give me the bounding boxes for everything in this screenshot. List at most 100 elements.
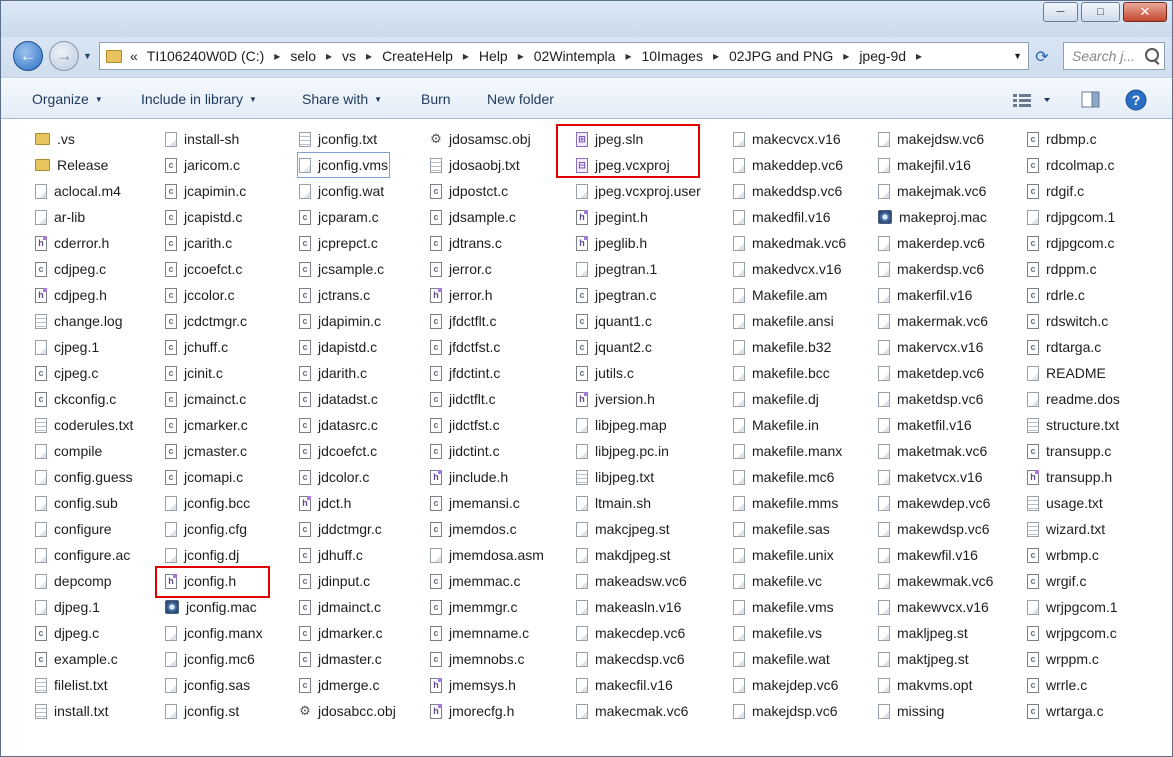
- file-item[interactable]: djpeg.1: [35, 596, 100, 618]
- file-item[interactable]: c transupp.c: [1027, 440, 1111, 462]
- file-item[interactable]: makefile.bcc: [733, 362, 830, 384]
- file-item[interactable]: libjpeg.map: [576, 414, 667, 436]
- file-item[interactable]: c jdhuff.c: [299, 544, 363, 566]
- file-item[interactable]: c jdsample.c: [430, 206, 516, 228]
- file-item[interactable]: depcomp: [35, 570, 112, 592]
- file-item[interactable]: jconfig.txt: [299, 128, 377, 150]
- file-item[interactable]: makeddep.vc6: [733, 154, 843, 176]
- file-item[interactable]: change.log: [35, 310, 123, 332]
- breadcrumb-separator-icon[interactable]: ▸: [317, 49, 341, 63]
- file-item[interactable]: c rdswitch.c: [1027, 310, 1108, 332]
- breadcrumb-separator-icon[interactable]: ▸: [454, 49, 478, 63]
- file-item[interactable]: c jdmerge.c: [299, 674, 379, 696]
- close-button[interactable]: ✕: [1123, 2, 1167, 22]
- file-item[interactable]: makdjpeg.st: [576, 544, 670, 566]
- file-item[interactable]: maketmak.vc6: [878, 440, 987, 462]
- file-item[interactable]: c jdarith.c: [299, 362, 367, 384]
- file-item[interactable]: makedvcx.v16: [733, 258, 841, 280]
- file-item[interactable]: makvms.opt: [878, 674, 972, 696]
- file-item[interactable]: makewmak.vc6: [878, 570, 993, 592]
- file-item[interactable]: jpegtran.1: [576, 258, 657, 280]
- search-input[interactable]: Search j...: [1063, 42, 1165, 70]
- file-item[interactable]: c rdgif.c: [1027, 180, 1084, 202]
- file-item[interactable]: c jfdctfst.c: [430, 336, 500, 358]
- file-item[interactable]: c cjpeg.c: [35, 362, 98, 384]
- file-item[interactable]: c jmemmgr.c: [430, 596, 517, 618]
- file-item[interactable]: c jcdctmgr.c: [165, 310, 247, 332]
- file-item[interactable]: h jdct.h: [299, 492, 351, 514]
- file-item[interactable]: jconfig.bcc: [165, 492, 250, 514]
- file-item[interactable]: makefile.ansi: [733, 310, 834, 332]
- file-item[interactable]: rdjpgcom.1: [1027, 206, 1115, 228]
- file-item[interactable]: c jcprepct.c: [299, 232, 378, 254]
- breadcrumb-item[interactable]: 02Wintempla: [533, 48, 617, 64]
- file-item[interactable]: c jerror.c: [430, 258, 492, 280]
- file-item[interactable]: compile: [35, 440, 102, 462]
- file-item[interactable]: c jutils.c: [576, 362, 634, 384]
- file-item[interactable]: c jcmarker.c: [165, 414, 248, 436]
- file-item[interactable]: makejdep.vc6: [733, 674, 838, 696]
- breadcrumb-separator-icon[interactable]: ▸: [357, 49, 381, 63]
- file-item[interactable]: h cderror.h: [35, 232, 109, 254]
- file-item[interactable]: c rdcolmap.c: [1027, 154, 1114, 176]
- file-item[interactable]: c jidctflt.c: [430, 388, 496, 410]
- refresh-button[interactable]: ⟳: [1031, 46, 1053, 68]
- file-item[interactable]: c jcinit.c: [165, 362, 223, 384]
- file-item[interactable]: ⚙ jdosabcc.obj: [299, 700, 396, 722]
- burn-button[interactable]: Burn: [421, 91, 451, 107]
- file-item[interactable]: README: [1027, 362, 1106, 384]
- file-item[interactable]: c jcapistd.c: [165, 206, 242, 228]
- file-item[interactable]: config.guess: [35, 466, 133, 488]
- file-item[interactable]: makewdep.vc6: [878, 492, 990, 514]
- breadcrumb-item[interactable]: TI106240W0D (C:): [146, 48, 265, 64]
- file-item[interactable]: c jdcoefct.c: [299, 440, 377, 462]
- file-item[interactable]: c rdjpgcom.c: [1027, 232, 1114, 254]
- file-item[interactable]: makejfil.v16: [878, 154, 971, 176]
- maximize-button[interactable]: □: [1081, 2, 1120, 22]
- file-item[interactable]: c ckconfig.c: [35, 388, 116, 410]
- address-bar[interactable]: « TI106240W0D (C:) ▸ selo ▸ vs ▸ CreateHelp ▸ He…: [99, 42, 1029, 70]
- file-item[interactable]: c wrbmp.c: [1027, 544, 1099, 566]
- file-item[interactable]: usage.txt: [1027, 492, 1103, 514]
- breadcrumb-separator-icon[interactable]: ▸: [616, 49, 640, 63]
- file-item[interactable]: makerdep.vc6: [878, 232, 985, 254]
- file-item[interactable]: cjpeg.1: [35, 336, 99, 358]
- file-item[interactable]: c jdapistd.c: [299, 336, 377, 358]
- breadcrumb-item[interactable]: 02JPG and PNG: [728, 48, 834, 64]
- file-item[interactable]: h jmorecfg.h: [430, 700, 514, 722]
- file-item[interactable]: c jdpostct.c: [430, 180, 508, 202]
- file-item[interactable]: c jcarith.c: [165, 232, 232, 254]
- file-item[interactable]: structure.txt: [1027, 414, 1119, 436]
- file-item[interactable]: c jidctint.c: [430, 440, 500, 462]
- file-item[interactable]: makefile.unix: [733, 544, 834, 566]
- file-item[interactable]: makeddsp.vc6: [733, 180, 842, 202]
- breadcrumb-item[interactable]: vs: [341, 48, 357, 64]
- file-item[interactable]: c jccolor.c: [165, 284, 235, 306]
- file-item[interactable]: makecdep.vc6: [576, 622, 685, 644]
- file-item[interactable]: c jdcolor.c: [299, 466, 369, 488]
- breadcrumb-separator-icon[interactable]: ▸: [704, 49, 728, 63]
- file-item[interactable]: aclocal.m4: [35, 180, 121, 202]
- file-item[interactable]: makefile.manx: [733, 440, 842, 462]
- file-item[interactable]: maktjpeg.st: [878, 648, 969, 670]
- file-item[interactable]: ar-lib: [35, 206, 85, 228]
- breadcrumb-separator-icon[interactable]: ▸: [265, 49, 289, 63]
- file-item[interactable]: c jaricom.c: [165, 154, 240, 176]
- address-dropdown-icon[interactable]: ▼: [1013, 51, 1022, 61]
- file-item[interactable]: Makefile.am: [733, 284, 827, 306]
- file-item[interactable]: makewdsp.vc6: [878, 518, 990, 540]
- file-item[interactable]: c wrgif.c: [1027, 570, 1086, 592]
- file-item[interactable]: c jdmarker.c: [299, 622, 383, 644]
- file-item[interactable]: makefile.wat: [733, 648, 830, 670]
- file-item[interactable]: c djpeg.c: [35, 622, 99, 644]
- file-item[interactable]: makecdsp.vc6: [576, 648, 684, 670]
- file-item[interactable]: makedmak.vc6: [733, 232, 846, 254]
- file-item[interactable]: c jccoefct.c: [165, 258, 242, 280]
- file-item[interactable]: configure.ac: [35, 544, 130, 566]
- file-item[interactable]: jconfig.wat: [299, 180, 384, 202]
- file-item[interactable]: c example.c: [35, 648, 118, 670]
- file-item[interactable]: c jfdctint.c: [430, 362, 500, 384]
- file-item[interactable]: c jcapimin.c: [165, 180, 246, 202]
- forward-button[interactable]: →: [49, 41, 79, 71]
- breadcrumb-separator-icon[interactable]: ▸: [907, 49, 931, 63]
